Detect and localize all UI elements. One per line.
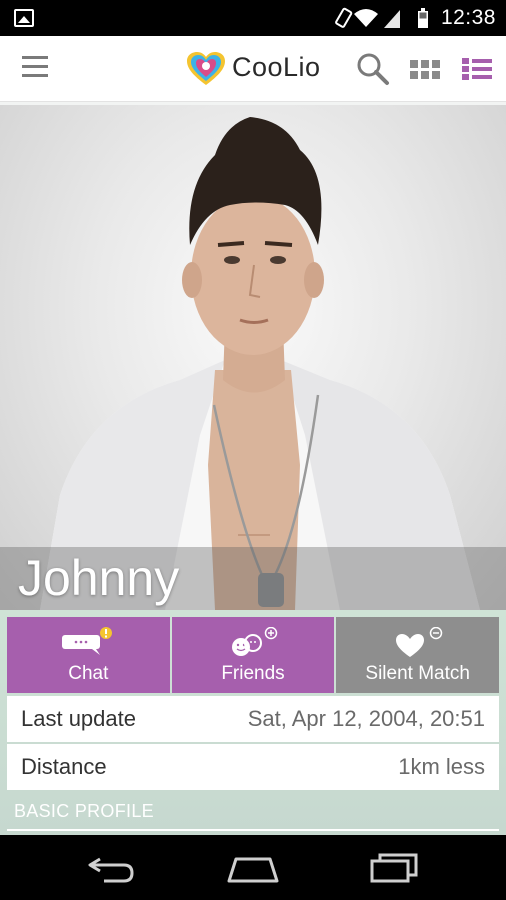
status-bar: 12:38 bbox=[0, 0, 506, 36]
friends-add-icon bbox=[232, 627, 278, 656]
section-divider bbox=[7, 829, 499, 831]
friends-button[interactable]: Friends bbox=[171, 617, 335, 693]
profile-photo[interactable] bbox=[0, 105, 506, 610]
search-icon[interactable] bbox=[356, 52, 390, 86]
profile-photo-illustration bbox=[40, 117, 480, 610]
last-update-value: Sat, Apr 12, 2004, 20:51 bbox=[247, 706, 485, 731]
chat-icon bbox=[62, 627, 113, 655]
app-name: CooLio bbox=[232, 52, 321, 82]
basic-profile-heading: BASIC PROFILE bbox=[14, 801, 154, 821]
gallery-icon bbox=[14, 9, 34, 27]
back-icon[interactable] bbox=[86, 851, 138, 885]
logo-heart-icon bbox=[187, 52, 225, 85]
clock: 12:38 bbox=[440, 6, 496, 29]
friends-label: Friends bbox=[221, 663, 285, 684]
grid-view-icon[interactable] bbox=[410, 60, 440, 80]
app-logo: CooLio bbox=[186, 51, 326, 87]
profile-name: Johnny bbox=[18, 550, 180, 606]
vibrate-icon bbox=[335, 7, 353, 28]
silent-match-button[interactable]: Silent Match bbox=[336, 617, 500, 693]
distance-value: 1km less bbox=[398, 754, 485, 779]
list-view-icon[interactable] bbox=[462, 58, 492, 80]
signal-icon bbox=[384, 10, 400, 28]
status-icons bbox=[335, 7, 428, 28]
battery-icon bbox=[418, 8, 428, 28]
recent-apps-icon[interactable] bbox=[368, 851, 420, 885]
action-buttons: Chat Friends Silent Match bbox=[7, 617, 500, 693]
distance-row: Distance 1km less bbox=[7, 744, 499, 790]
menu-icon[interactable] bbox=[22, 56, 48, 80]
wifi-icon bbox=[354, 9, 378, 27]
last-update-row: Last update Sat, Apr 12, 2004, 20:51 bbox=[7, 696, 499, 742]
home-icon[interactable] bbox=[226, 853, 280, 885]
screen: 12:38 CooLio Johnny Chat Friends Silent … bbox=[0, 0, 506, 900]
heart-minus-icon bbox=[395, 627, 442, 657]
distance-label: Distance bbox=[21, 754, 107, 779]
last-update-label: Last update bbox=[21, 706, 136, 731]
app-header: CooLio bbox=[0, 36, 506, 102]
chat-button[interactable]: Chat bbox=[7, 617, 170, 693]
chat-label: Chat bbox=[68, 663, 109, 684]
navigation-bar bbox=[0, 835, 506, 900]
silent-match-label: Silent Match bbox=[365, 663, 470, 684]
